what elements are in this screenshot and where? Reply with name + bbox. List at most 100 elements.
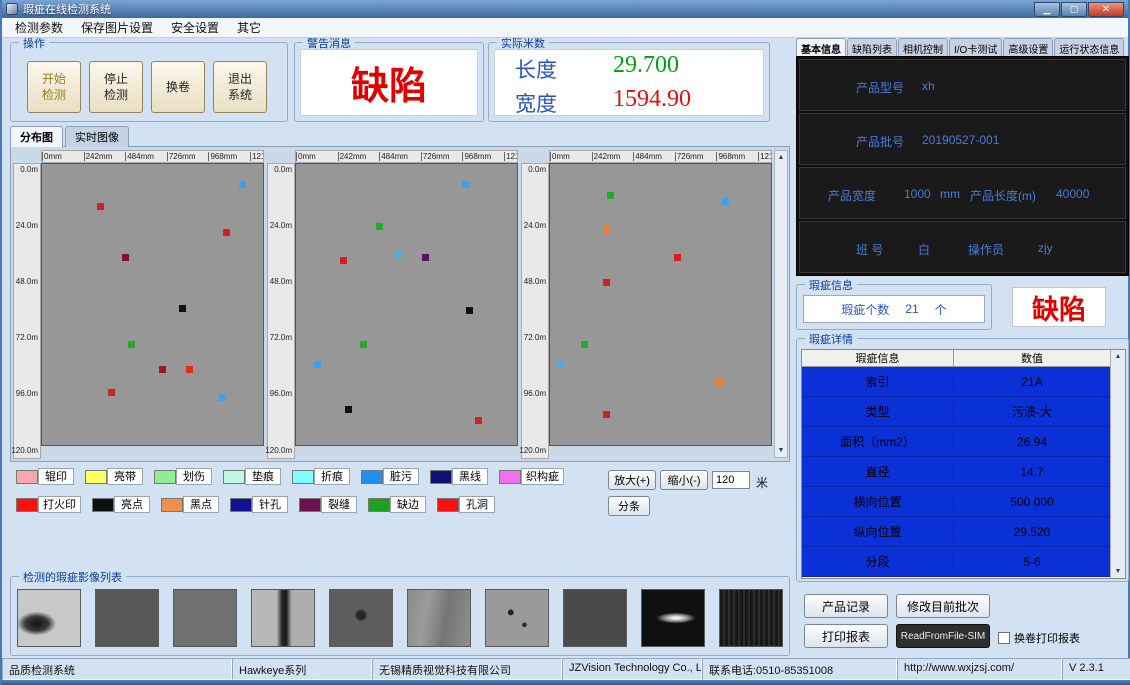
defect-thumbnail[interactable] [719, 589, 783, 647]
defect-marker[interactable] [475, 417, 482, 424]
table-cell-value: 污渍-大 [954, 403, 1110, 420]
zoom-out-button[interactable]: 缩小(-) [660, 470, 708, 490]
plot-panel-2: 0mm242mm484mm726mm968mm1210mm 0.0m24.0m4… [267, 150, 520, 460]
defect-marker[interactable] [128, 341, 135, 348]
read-from-file-button[interactable]: ReadFromFile-SIM [896, 624, 990, 648]
defect-thumbnail[interactable] [407, 589, 471, 647]
defect-marker[interactable] [376, 223, 383, 230]
product-width-value: 1000 [904, 187, 931, 201]
defect-marker[interactable] [674, 254, 681, 261]
defect-marker[interactable] [314, 361, 321, 368]
defect-marker[interactable] [603, 279, 610, 286]
ruler-tick-label: 0.0m [528, 165, 546, 174]
defect-marker[interactable] [340, 257, 347, 264]
scroll-up-icon[interactable]: ▲ [778, 151, 785, 164]
defect-detail-table: 瑕疵信息 数值 索引21A类型污渍-大面积（mm2）26.94直径14.7横向位… [801, 349, 1126, 579]
tab-realtime-image[interactable]: 实时图像 [65, 126, 129, 147]
product-model-value: xh [922, 79, 935, 93]
scroll-down-icon[interactable]: ▼ [1115, 565, 1122, 578]
defect-thumbnail[interactable] [17, 589, 81, 647]
roll-print-option: 换卷打印报表 [998, 630, 1080, 646]
operation-button[interactable]: 停止 检测 [89, 61, 143, 113]
defect-marker[interactable] [345, 406, 352, 413]
table-row[interactable]: 索引21A [802, 367, 1110, 397]
width-label: 宽度 [515, 88, 557, 118]
legend-label: 亮带 [107, 468, 143, 485]
defect-thumbnail[interactable] [563, 589, 627, 647]
defect-thumbnail[interactable] [329, 589, 393, 647]
table-row[interactable]: 横向位置500.000 [802, 487, 1110, 517]
plot-area[interactable] [549, 163, 772, 446]
ruler-tick-label: 96.0m [270, 389, 292, 398]
defect-marker[interactable] [186, 366, 193, 373]
product-record-button[interactable]: 产品记录 [804, 594, 888, 618]
defect-marker[interactable] [422, 254, 429, 261]
product-batch-label: 产品批号 [856, 133, 904, 150]
table-scrollbar[interactable]: ▲ ▼ [1110, 350, 1125, 578]
operation-button[interactable]: 换卷 [151, 61, 205, 113]
defect-marker[interactable] [159, 366, 166, 373]
defect-marker[interactable] [179, 305, 186, 312]
defect-marker[interactable] [239, 181, 246, 188]
defect-marker[interactable] [223, 229, 230, 236]
plots-scrollbar[interactable]: ▲ ▼ [774, 150, 788, 458]
maximize-button[interactable]: ▢ [1061, 2, 1087, 17]
status-segment: http://www.wxjzsj.com/ [897, 658, 1062, 680]
legend-item: 辊印 [16, 468, 74, 485]
menu-item[interactable]: 其它 [228, 17, 270, 38]
modify-batch-button[interactable]: 修改目前批次 [896, 594, 990, 618]
meters-input[interactable] [712, 471, 750, 489]
menu-item[interactable]: 安全设置 [162, 17, 228, 38]
minimize-button[interactable]: ▁ [1034, 2, 1060, 17]
defect-marker[interactable] [603, 226, 610, 233]
product-info-panel: 产品型号 xh 产品批号 20190527-001 产品宽度 1000 mm 产… [796, 56, 1129, 276]
ruler-tick-label: 24.0m [524, 221, 546, 230]
defect-marker[interactable] [557, 361, 564, 368]
table-header-value: 数值 [954, 350, 1110, 366]
table-row[interactable]: 面积（mm2）26.94 [802, 427, 1110, 457]
table-row[interactable]: 分段5-6 [802, 547, 1110, 577]
plot-area[interactable] [41, 163, 264, 446]
operation-button[interactable]: 退出 系统 [213, 61, 267, 113]
defect-marker[interactable] [395, 251, 402, 258]
defect-marker[interactable] [108, 389, 115, 396]
product-length-label: 产品长度(m) [970, 187, 1036, 204]
defect-marker[interactable] [581, 341, 588, 348]
defect-thumbnail[interactable] [641, 589, 705, 647]
defect-marker[interactable] [466, 307, 473, 314]
vertical-ruler: 0.0m24.0m48.0m72.0m96.0m120.0m [521, 163, 549, 459]
operation-button[interactable]: 开始 检测 [27, 61, 81, 113]
menu-item[interactable]: 保存图片设置 [72, 17, 162, 38]
shift-label: 班 号 [856, 241, 883, 258]
defect-marker[interactable] [607, 192, 614, 199]
defect-marker[interactable] [716, 378, 723, 385]
scroll-down-icon[interactable]: ▼ [778, 444, 785, 457]
table-row[interactable]: 类型污渍-大 [802, 397, 1110, 427]
defect-thumbnail[interactable] [251, 589, 315, 647]
split-button[interactable]: 分条 [608, 496, 650, 516]
defect-marker[interactable] [97, 203, 104, 210]
defect-thumbnail[interactable] [173, 589, 237, 647]
print-report-button[interactable]: 打印报表 [804, 624, 888, 648]
tab-distribution-map[interactable]: 分布图 [10, 126, 63, 147]
zoom-in-button[interactable]: 放大(+) [608, 470, 656, 490]
defect-thumbnail[interactable] [485, 589, 549, 647]
shift-value: 白 [918, 241, 930, 258]
defect-marker[interactable] [122, 254, 129, 261]
legend-label: 针孔 [252, 496, 288, 513]
table-row[interactable]: 直径14.7 [802, 457, 1110, 487]
defect-marker[interactable] [603, 411, 610, 418]
menu-item[interactable]: 检测参数 [6, 17, 72, 38]
defect-marker[interactable] [462, 181, 469, 188]
plot-area[interactable] [295, 163, 518, 446]
ruler-tick-label: 96.0m [524, 389, 546, 398]
table-row[interactable]: 纵向位置29.520 [802, 517, 1110, 547]
roll-print-checkbox[interactable] [998, 632, 1010, 644]
defect-marker[interactable] [219, 394, 226, 401]
defect-marker[interactable] [722, 198, 729, 205]
close-button[interactable]: ✕ [1088, 2, 1124, 17]
defect-marker[interactable] [360, 341, 367, 348]
legend-label: 亮点 [114, 496, 150, 513]
scroll-up-icon[interactable]: ▲ [1115, 350, 1122, 363]
defect-thumbnail[interactable] [95, 589, 159, 647]
